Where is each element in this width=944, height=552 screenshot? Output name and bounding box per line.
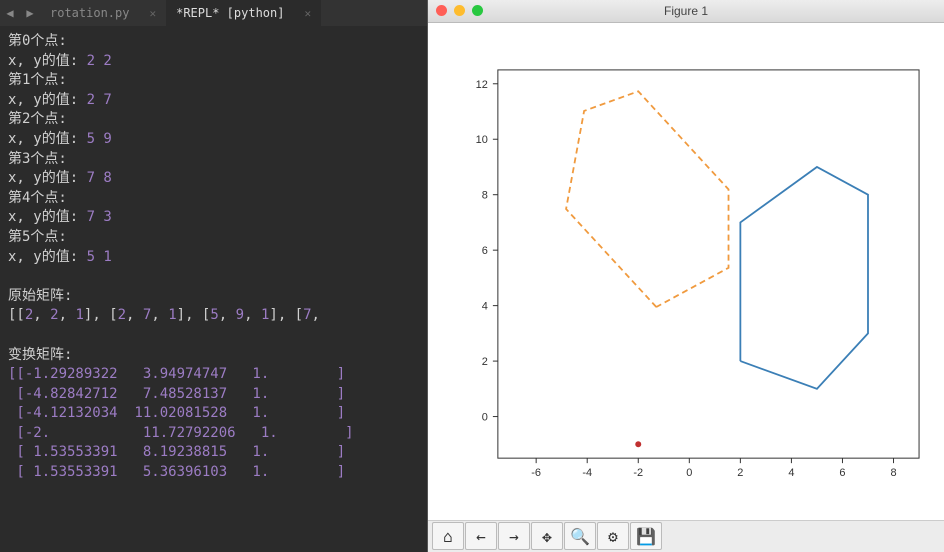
svg-text:4: 4 [482, 300, 488, 312]
matrix-row: [[-1.29289322 3.94974747 1. ] [8, 366, 345, 382]
output-line: 第4个点: [8, 190, 67, 206]
svg-text:8: 8 [482, 189, 488, 201]
configure-button[interactable]: ⚙ [597, 522, 629, 550]
close-icon[interactable]: ✕ [149, 7, 156, 20]
num: 1 [168, 307, 176, 323]
matrix-row: [ 1.53553391 8.19238815 1. ] [8, 444, 345, 460]
matrix-row: [-2. 11.72792206 1. ] [8, 425, 354, 441]
arrow-right-icon: → [509, 527, 519, 546]
output-value: 5 9 [87, 131, 112, 147]
output-value: 2 7 [87, 92, 112, 108]
forward-button[interactable]: → [498, 522, 530, 550]
comma: , [312, 307, 320, 323]
chart-canvas[interactable]: -6 -4 -2 0 2 4 6 8 0 2 4 6 8 10 12 [428, 23, 944, 520]
arrow-left-icon: ← [476, 527, 486, 546]
matrix-row: [-4.12132034 11.02081528 1. ] [8, 405, 345, 421]
svg-text:6: 6 [839, 467, 845, 479]
output-line: 第2个点: [8, 111, 67, 127]
window-titlebar[interactable]: Figure 1 [428, 0, 944, 23]
num: 2 [50, 307, 58, 323]
repl-output[interactable]: 第0个点: x, y的值: 2 2 第1个点: x, y的值: 2 7 第2个点… [0, 26, 427, 489]
tab-bar: ◀ ▶ rotation.py ✕ *REPL* [python] ✕ [0, 0, 427, 26]
comma: , [151, 307, 168, 323]
tab-label: rotation.py [50, 6, 129, 20]
num: 7 [303, 307, 311, 323]
svg-text:2: 2 [482, 356, 488, 368]
nav-back-icon[interactable]: ◀ [0, 6, 20, 20]
svg-text:-2: -2 [633, 467, 643, 479]
output-label: x, y的值: [8, 131, 87, 147]
svg-text:0: 0 [482, 411, 488, 423]
svg-text:8: 8 [890, 467, 896, 479]
output-line: 第0个点: [8, 33, 67, 49]
figure-window: Figure 1 -6 -4 -2 0 2 4 6 8 0 2 4 6 8 10 12 ⌂ ← → ✥ 🔍 … [427, 0, 944, 552]
output-label: x, y的值: [8, 209, 87, 225]
output-value: 7 3 [87, 209, 112, 225]
save-button[interactable]: 💾 [630, 522, 662, 550]
output-line: 变换矩阵: [8, 347, 72, 363]
figure-toolbar: ⌂ ← → ✥ 🔍 ⚙ 💾 [428, 520, 944, 552]
matrix-row: [-4.82842712 7.48528137 1. ] [8, 386, 345, 402]
window-title: Figure 1 [428, 4, 944, 18]
svg-text:-6: -6 [531, 467, 541, 479]
home-button[interactable]: ⌂ [432, 522, 464, 550]
comma: , [244, 307, 261, 323]
num: 5 [210, 307, 218, 323]
editor-pane: ◀ ▶ rotation.py ✕ *REPL* [python] ✕ 第0个点… [0, 0, 427, 552]
output-line: 第1个点: [8, 72, 67, 88]
sliders-icon: ⚙ [608, 527, 618, 546]
save-icon: 💾 [636, 527, 656, 546]
output-line: 第5个点: [8, 229, 67, 245]
home-icon: ⌂ [443, 527, 453, 546]
comma: , [219, 307, 236, 323]
back-button[interactable]: ← [465, 522, 497, 550]
output-line: 原始矩阵: [8, 288, 72, 304]
svg-text:4: 4 [788, 467, 794, 479]
output-line: 第3个点: [8, 151, 67, 167]
num: 2 [118, 307, 126, 323]
bracket: ], [ [84, 307, 118, 323]
pan-button[interactable]: ✥ [531, 522, 563, 550]
zoom-button[interactable]: 🔍 [564, 522, 596, 550]
output-label: x, y的值: [8, 249, 87, 265]
bracket: ], [ [177, 307, 211, 323]
num: 9 [236, 307, 244, 323]
svg-text:0: 0 [686, 467, 692, 479]
svg-text:10: 10 [476, 134, 488, 146]
svg-text:6: 6 [482, 245, 488, 257]
zoom-icon: 🔍 [570, 527, 590, 546]
output-value: 5 1 [87, 249, 112, 265]
comma: , [126, 307, 143, 323]
plot-area[interactable]: -6 -4 -2 0 2 4 6 8 0 2 4 6 8 10 12 [428, 23, 944, 520]
output-label: x, y的值: [8, 92, 87, 108]
move-icon: ✥ [542, 527, 552, 546]
output-label: x, y的值: [8, 53, 87, 69]
comma: , [33, 307, 50, 323]
tab-repl[interactable]: *REPL* [python] ✕ [166, 0, 321, 26]
nav-forward-icon[interactable]: ▶ [20, 6, 40, 20]
bracket: ], [ [269, 307, 303, 323]
num: 1 [75, 307, 83, 323]
bracket: [[ [8, 307, 25, 323]
close-icon[interactable]: ✕ [304, 7, 311, 20]
matrix-row: [ 1.53553391 5.36396103 1. ] [8, 464, 345, 480]
output-value: 7 8 [87, 170, 112, 186]
svg-text:2: 2 [737, 467, 743, 479]
svg-text:-4: -4 [582, 467, 592, 479]
tab-rotation[interactable]: rotation.py ✕ [40, 0, 166, 26]
tab-label: *REPL* [python] [176, 6, 284, 20]
svg-text:12: 12 [476, 79, 488, 91]
output-label: x, y的值: [8, 170, 87, 186]
comma: , [59, 307, 76, 323]
output-value: 2 2 [87, 53, 112, 69]
